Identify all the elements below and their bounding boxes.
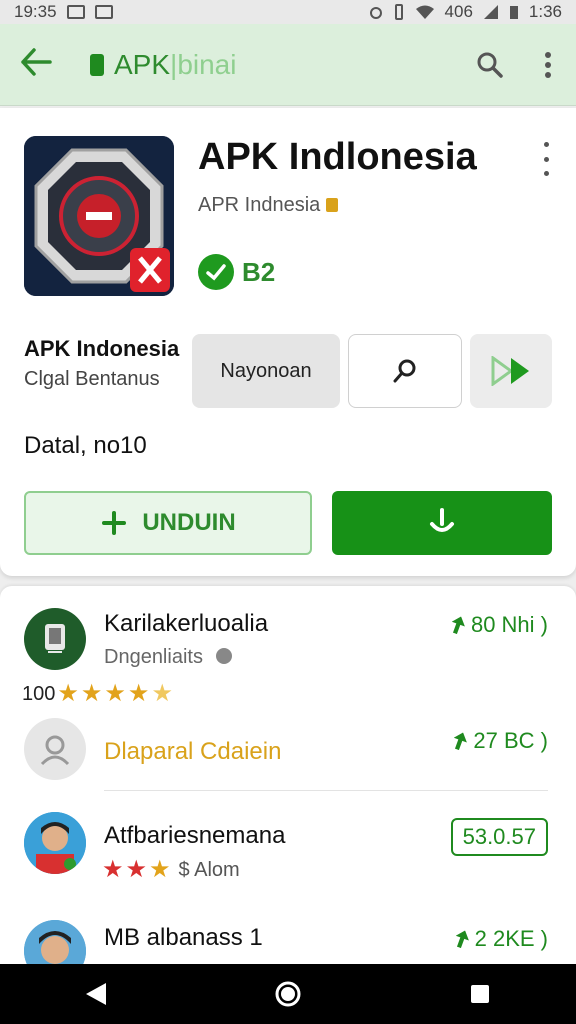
plus-icon	[102, 511, 127, 535]
list-item[interactable]: MB albanass 1 2 2KE )	[0, 902, 576, 964]
status-time-right: 1:36	[528, 2, 562, 21]
list-item-title: Atfbariesnemana	[104, 822, 286, 849]
developer-subtitle: Clgal Bentanus	[24, 368, 160, 390]
list-item-price: 53.0.57	[450, 818, 548, 856]
category-chip[interactable]: Nayonoan	[192, 334, 340, 408]
list-item-price: 27 BC )	[453, 728, 548, 754]
brand-name: APK	[114, 48, 171, 80]
nav-home-button[interactable]	[268, 974, 308, 1014]
arrow-up-icon	[452, 928, 471, 950]
divider	[104, 790, 548, 791]
tablet-icon	[45, 624, 65, 653]
list-item-title: Dlaparal Cdaiein	[104, 738, 282, 765]
share-chip[interactable]	[348, 334, 462, 408]
arrow-up-icon	[451, 730, 470, 752]
star-icon: ★	[125, 856, 148, 883]
star-icon: ★	[127, 680, 150, 707]
user-photo-icon	[24, 812, 86, 874]
avatar	[24, 812, 86, 874]
status-time: 19:35	[14, 2, 57, 21]
app-detail-card: APK Indlonesia APR Indnesia B2 APK Indon…	[0, 108, 576, 576]
home-circle-icon	[275, 981, 301, 1007]
app-list: Karilakerluoalia Dngenliaits 100 ★ ★ ★ ★…	[0, 586, 576, 964]
detail-label: Datal, no10	[24, 432, 147, 459]
list-item[interactable]: Dlaparal Cdaiein 27 BC )	[0, 716, 576, 792]
star-rating: 100 ★ ★ ★ ★ ★	[22, 682, 173, 706]
app-subtitle: APR Indnesia	[198, 194, 339, 217]
star-icon: ★	[80, 680, 103, 707]
rating-value: B2	[242, 256, 276, 287]
download-icon	[430, 508, 454, 532]
dot-icon	[543, 171, 549, 176]
dot-icon	[543, 142, 549, 147]
wifi-icon	[415, 5, 434, 19]
avatar	[24, 920, 86, 964]
install-button[interactable]	[332, 491, 552, 555]
list-item[interactable]: Karilakerluoalia Dngenliaits 100 ★ ★ ★ ★…	[0, 586, 576, 716]
brand-logo: APK |binai	[90, 49, 236, 81]
download-button-label: UNDUIN	[142, 509, 236, 536]
notification-icon	[66, 5, 85, 19]
developer-name[interactable]: APK Indonesia	[24, 336, 179, 362]
list-item-title: Karilakerluoalia	[104, 610, 269, 637]
search-button[interactable]	[470, 45, 510, 85]
apk-logo-icon	[90, 53, 104, 76]
nav-back-button[interactable]	[76, 974, 116, 1014]
list-item-title: MB albanass 1	[104, 924, 263, 951]
avatar	[24, 718, 86, 780]
arrow-left-icon	[21, 47, 52, 76]
pin-icon	[393, 359, 416, 383]
app-bar: APK |binai	[0, 24, 576, 106]
list-item-subtitle: Dngenliaits	[104, 646, 233, 669]
rating-block: B2	[198, 254, 275, 290]
list-item-price: 2 2KE )	[455, 926, 548, 952]
star-half-icon: ★	[149, 856, 171, 883]
app-options-button[interactable]	[536, 142, 556, 176]
list-item-subtitle: $ Alom	[178, 858, 240, 881]
avatar	[24, 608, 86, 670]
star-rating: ★ ★ ★ $ Alom	[102, 858, 240, 882]
more-vert-icon	[545, 51, 551, 78]
brand-suffix: |binai	[170, 48, 237, 80]
star-icon: ★	[104, 680, 126, 707]
overflow-menu-button[interactable]	[528, 45, 568, 85]
search-icon	[477, 52, 503, 78]
signal-icon	[483, 5, 498, 19]
list-item[interactable]: Atfbariesnemana ★ ★ ★ $ Alom 53.0.57	[0, 802, 576, 902]
globe-icon	[215, 648, 232, 664]
square-recents-icon	[471, 985, 489, 1003]
nav-recents-button[interactable]	[460, 974, 500, 1014]
mail-icon	[94, 5, 113, 19]
category-chip-label: Nayonoan	[220, 359, 312, 382]
app-title: APK Indlonesia	[198, 136, 477, 178]
play-icon	[491, 356, 529, 386]
vibrate-icon	[394, 4, 403, 20]
lock-icon	[326, 198, 339, 212]
alarm-icon	[369, 7, 382, 19]
dot-icon	[543, 156, 549, 162]
user-placeholder-icon	[40, 735, 70, 766]
battery-icon	[509, 6, 518, 19]
star-icon: ★	[102, 856, 124, 883]
status-bar: 19:35 406 1:36	[0, 0, 576, 24]
app-logo-icon	[24, 136, 174, 296]
back-button[interactable]	[20, 47, 60, 82]
arrow-up-icon	[448, 614, 467, 636]
list-item-price: 80 Nhi )	[451, 612, 548, 638]
user-photo-icon	[24, 920, 86, 964]
rating-badge-icon	[198, 254, 234, 290]
star-half-icon: ★	[151, 680, 173, 707]
triangle-back-icon	[86, 983, 106, 1005]
battery-percent: 406	[444, 2, 473, 21]
download-button[interactable]: UNDUIN	[24, 491, 312, 555]
system-nav-bar	[0, 964, 576, 1024]
rating-count: 100	[22, 682, 56, 705]
star-icon: ★	[57, 680, 79, 707]
app-icon	[24, 136, 174, 296]
play-chip[interactable]	[470, 334, 552, 408]
